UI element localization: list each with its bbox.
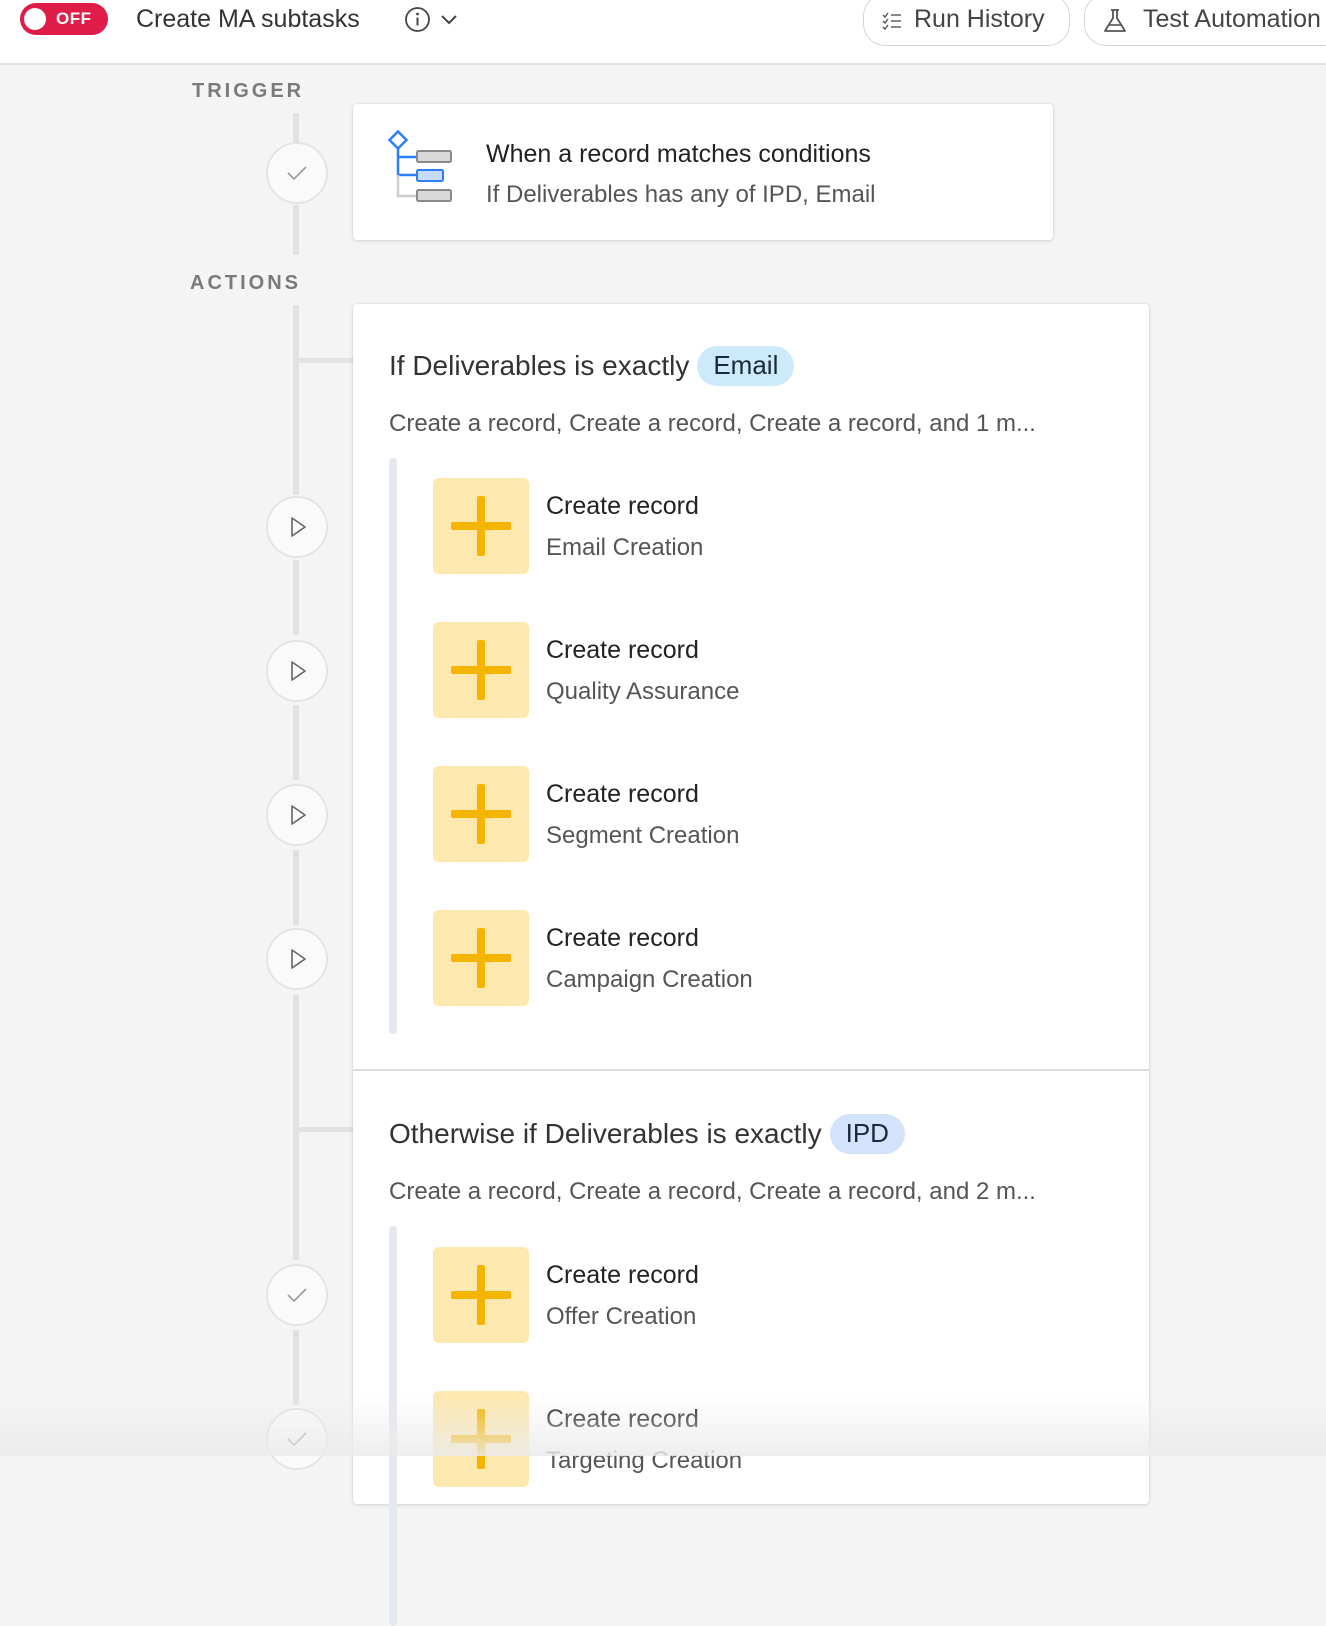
action-step-status[interactable] (266, 928, 328, 990)
timeline-line (293, 205, 299, 255)
action-title: Create record (546, 636, 699, 664)
plus-icon (451, 784, 511, 844)
action-item[interactable]: Create record Targeting Creation (433, 1391, 1113, 1487)
action-title: Create record (546, 1405, 699, 1433)
chevron-down-icon[interactable] (438, 8, 460, 30)
branch-summary: Create a record, Create a record, Create… (389, 410, 1036, 437)
branch-connector (296, 358, 354, 363)
action-subtitle: Segment Creation (546, 822, 740, 849)
condition-value-pill: Email (697, 346, 795, 386)
branch-divider (353, 1069, 1149, 1071)
conditions-icon (387, 130, 452, 202)
plus-icon (451, 496, 511, 556)
play-icon (291, 661, 306, 681)
action-subtitle: Email Creation (546, 534, 704, 561)
info-icon[interactable] (404, 6, 431, 33)
play-icon (291, 517, 306, 537)
action-item[interactable]: Create record Offer Creation (433, 1247, 1113, 1343)
actions-section-label: ACTIONS (190, 272, 301, 294)
action-subtitle: Quality Assurance (546, 678, 740, 705)
action-title: Create record (546, 780, 699, 808)
action-subtitle: Offer Creation (546, 1303, 697, 1330)
plus-icon (451, 640, 511, 700)
checklist-icon (882, 12, 901, 31)
action-title: Create record (546, 924, 699, 952)
trigger-section-label: TRIGGER (192, 80, 305, 102)
action-item[interactable]: Create record Email Creation (433, 478, 1113, 574)
branch-summary: Create a record, Create a record, Create… (389, 1178, 1036, 1205)
action-step-status[interactable] (266, 640, 328, 702)
plus-icon (451, 1265, 511, 1325)
test-automation-button[interactable]: Test Automation (1084, 0, 1326, 46)
automation-toggle[interactable]: OFF (20, 3, 108, 35)
actions-card: If Deliverables is exactly Email Create a… (353, 304, 1149, 1626)
condition-value-pill: IPD (829, 1114, 905, 1154)
action-icon-tile (433, 1391, 529, 1487)
action-title: Create record (546, 492, 699, 520)
play-icon (291, 949, 306, 969)
branch-condition-title[interactable]: If Deliverables is exactly Email (389, 346, 795, 386)
check-icon (287, 1432, 307, 1447)
play-icon (291, 805, 306, 825)
action-subtitle: Campaign Creation (546, 966, 753, 993)
action-icon-tile (433, 766, 529, 862)
plus-icon (451, 928, 511, 988)
action-icon-tile (433, 1247, 529, 1343)
action-item[interactable]: Create record Segment Creation (433, 766, 1113, 862)
action-subtitle: Targeting Creation (546, 1447, 743, 1474)
branch-condition-title[interactable]: Otherwise if Deliverables is exactly IPD (389, 1114, 905, 1154)
timeline-line (293, 850, 299, 925)
timeline-line (293, 705, 299, 780)
timeline-line (293, 1330, 299, 1405)
action-step-status (266, 1264, 328, 1326)
toggle-label: OFF (56, 9, 92, 28)
action-step-status[interactable] (266, 784, 328, 846)
branch-condition-text: Otherwise if Deliverables is exactly (389, 1118, 822, 1149)
check-icon (287, 166, 307, 181)
trigger-step-status (266, 142, 328, 204)
action-item[interactable]: Create record Quality Assurance (433, 622, 1113, 718)
action-icon-tile (433, 478, 529, 574)
action-item[interactable]: Create record Campaign Creation (433, 910, 1113, 1006)
action-title: Create record (546, 1261, 699, 1289)
check-icon (287, 1288, 307, 1303)
run-history-button[interactable]: Run History (863, 0, 1070, 46)
run-history-label: Run History (914, 5, 1045, 33)
timeline-line (293, 113, 299, 143)
timeline-line (293, 560, 299, 635)
action-icon-tile (433, 910, 529, 1006)
toggle-knob (24, 8, 46, 30)
branch-connector (296, 1127, 354, 1132)
action-icon-tile (433, 622, 529, 718)
branch-condition-text: If Deliverables is exactly (389, 350, 690, 381)
test-automation-label: Test Automation (1143, 5, 1321, 33)
timeline-line (293, 305, 299, 495)
automation-header: OFF Create MA subtasks Run History Test … (0, 0, 1326, 65)
plus-icon (451, 1409, 511, 1469)
flask-icon (1104, 9, 1126, 32)
action-step-status (266, 1408, 328, 1470)
automation-title[interactable]: Create MA subtasks (136, 5, 360, 34)
trigger-title: When a record matches conditions (486, 140, 871, 168)
action-step-status[interactable] (266, 496, 328, 558)
branch-rail (389, 458, 397, 1034)
trigger-description: If Deliverables has any of IPD, Email (486, 181, 876, 208)
trigger-card[interactable]: When a record matches conditions If Deli… (353, 104, 1053, 240)
branch-rail (389, 1226, 397, 1626)
